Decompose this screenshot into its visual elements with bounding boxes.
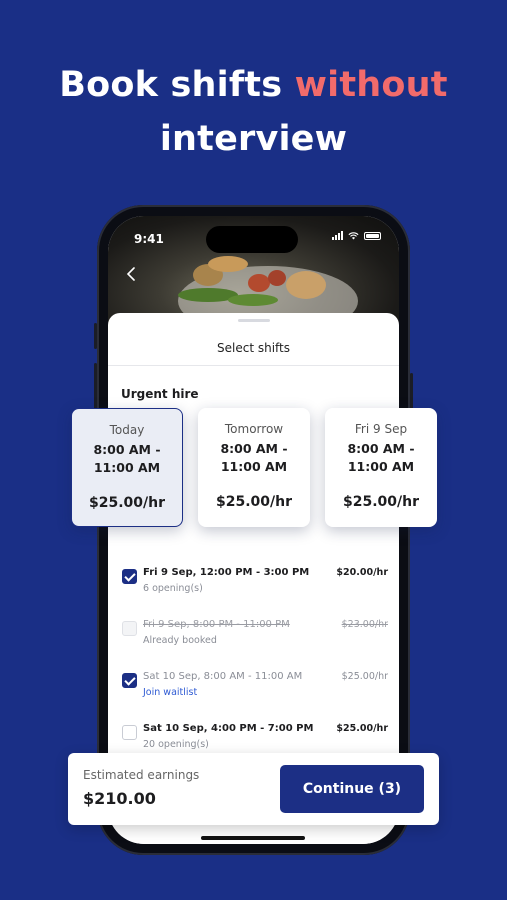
signal-icon [332,231,343,240]
home-indicator [201,836,305,840]
day-card-fri-9-sep[interactable]: Fri 9 Sep 8:00 AM - 11:00 AM $25.00/hr [325,408,437,527]
chevron-left-icon[interactable] [126,266,136,282]
day-time-start: 8:00 AM - [220,441,288,456]
shift-checkbox[interactable] [122,673,137,688]
earnings-footer: Estimated earnings $210.00 Continue (3) [68,753,439,825]
day-name: Today [109,423,145,437]
day-name: Tomorrow [224,422,284,436]
shift-row[interactable]: Fri 9 Sep, 12:00 PM - 3:00 PM 6 opening(… [122,561,388,607]
day-time: 8:00 AM - 11:00 AM [325,440,437,476]
headline-accent: without [294,65,448,105]
shift-checkbox[interactable] [122,725,137,740]
shift-price: $23.00/hr [341,619,388,630]
shift-price: $20.00/hr [336,567,388,578]
day-time: 8:00 AM - 11:00 AM [72,441,182,477]
shift-price: $25.00/hr [341,671,388,682]
shift-row[interactable]: Sat 10 Sep, 8:00 AM - 11:00 AM Join wait… [122,665,388,711]
day-name: Fri 9 Sep [354,422,408,436]
section-label: Urgent hire [121,387,199,401]
status-icons [332,231,381,240]
shift-title: Sat 10 Sep, 4:00 PM - 7:00 PM [143,723,314,734]
headline: Book shifts without interview [0,58,507,166]
sheet-handle[interactable] [238,319,270,322]
headline-part-1: Book shifts [59,65,295,105]
shift-title: Sat 10 Sep, 8:00 AM - 11:00 AM [143,671,303,682]
day-time-start: 8:00 AM - [347,441,415,456]
join-waitlist-link[interactable]: Join waitlist [143,687,197,698]
headline-line-1: Book shifts without [0,58,507,112]
day-rate: $25.00/hr [342,494,419,510]
continue-button[interactable]: Continue (3) [280,765,424,813]
divider [108,365,399,366]
day-time-end: 11:00 AM [220,459,288,474]
status-time: 9:41 [134,232,164,246]
shift-checkbox[interactable] [122,569,137,584]
wifi-icon [348,231,359,240]
shift-status: Already booked [143,635,217,646]
day-time: 8:00 AM - 11:00 AM [198,440,310,476]
status-bar: 9:41 [108,216,399,262]
day-rate: $25.00/hr [88,495,165,511]
dynamic-island [206,226,298,253]
day-card-tomorrow[interactable]: Tomorrow 8:00 AM - 11:00 AM $25.00/hr [198,408,310,527]
shift-openings: 6 opening(s) [143,583,203,594]
day-time-start: 8:00 AM - [93,442,161,457]
day-rate: $25.00/hr [215,494,292,510]
shift-row: Fri 9 Sep, 8:00 PM - 11:00 PM Already bo… [122,613,388,659]
day-time-end: 11:00 AM [347,459,415,474]
shift-title: Fri 9 Sep, 12:00 PM - 3:00 PM [143,567,310,578]
sheet-title: Select shifts [217,341,290,355]
shift-openings: 20 opening(s) [143,739,209,750]
day-time-end: 11:00 AM [93,460,161,475]
shift-title: Fri 9 Sep, 8:00 PM - 11:00 PM [143,619,290,630]
headline-line-2: interview [159,119,348,159]
phone-side-button [94,323,97,349]
battery-icon [364,231,381,240]
shift-price: $25.00/hr [336,723,388,734]
estimated-earnings-value: $210.00 [83,789,156,808]
estimated-earnings-label: Estimated earnings [83,768,200,782]
shift-checkbox [122,621,137,636]
phone-screen: 9:41 Select shifts Urgent hire Fri 9 Sep… [108,216,399,844]
phone-volume-button [94,363,97,409]
day-card-today[interactable]: Today 8:00 AM - 11:00 AM $25.00/hr [71,408,183,527]
